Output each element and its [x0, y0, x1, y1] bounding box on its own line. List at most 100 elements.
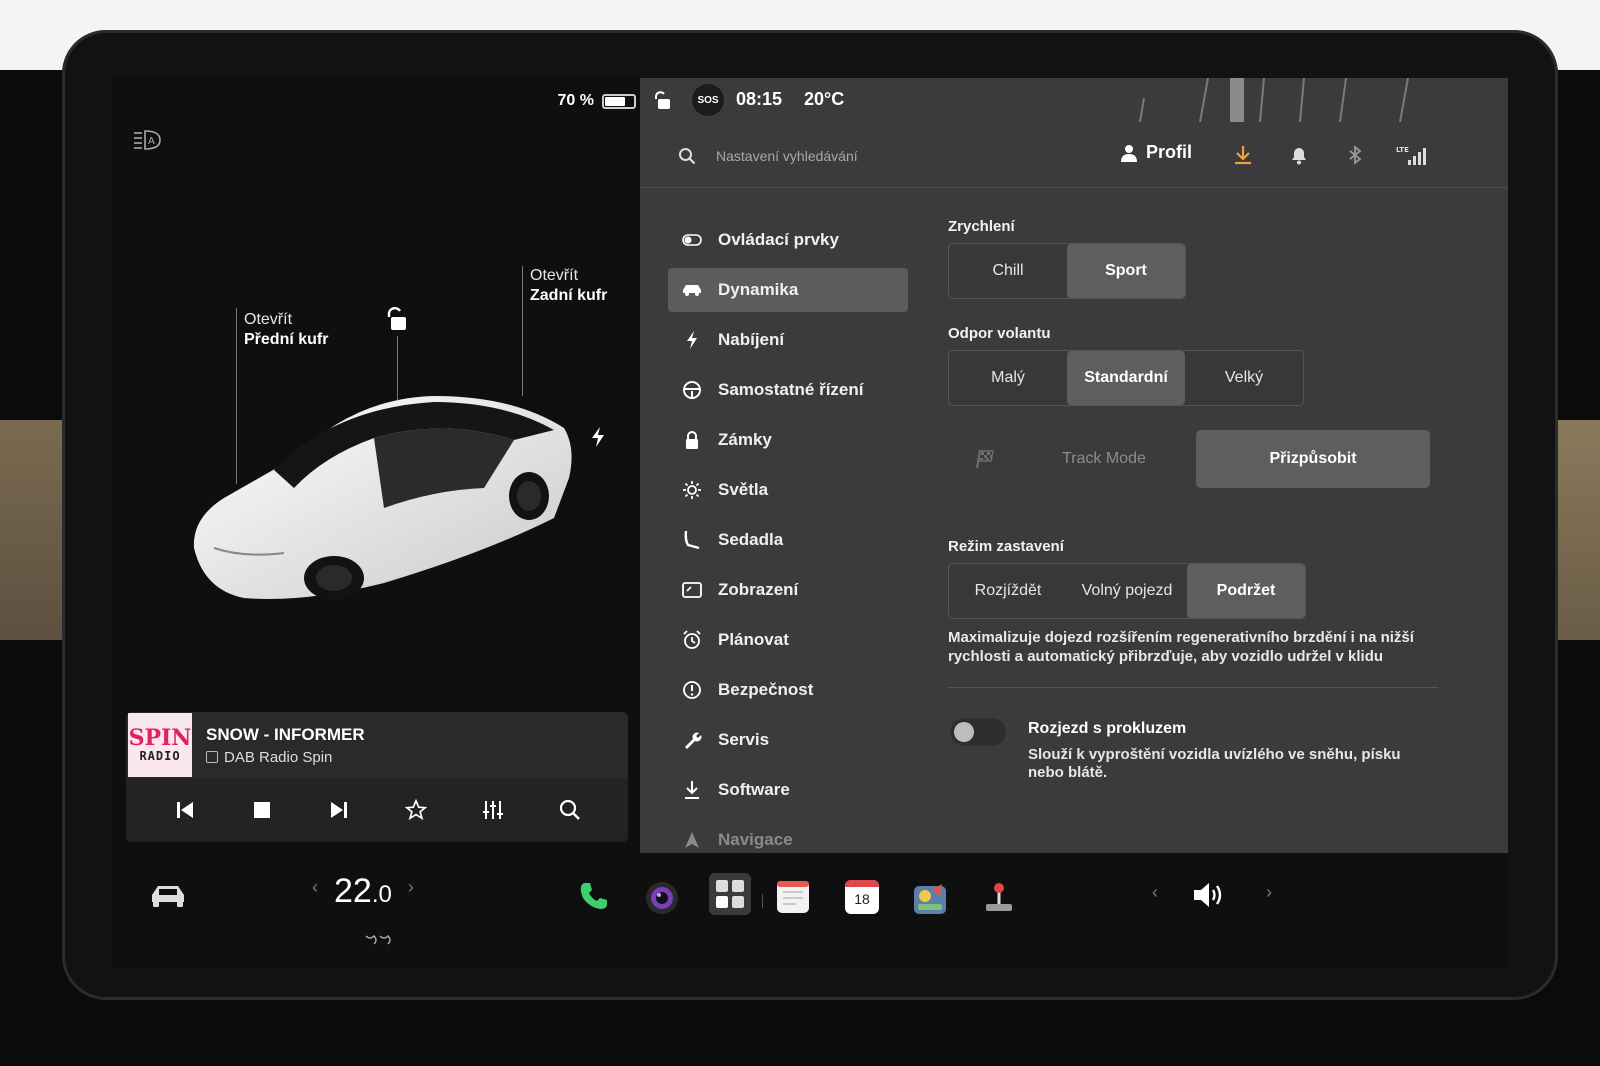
menu-item-label: Zámky — [718, 430, 772, 449]
volume-icon[interactable] — [1192, 880, 1228, 910]
favorite-button[interactable] — [401, 795, 431, 825]
frunk-label: Přední kufr — [244, 331, 329, 348]
menu-item-locks[interactable]: Zámky — [668, 418, 908, 462]
stopping-mode-description: Maximalizuje dojezd rozšířením regenerat… — [948, 629, 1414, 665]
wrench-icon — [685, 732, 702, 749]
volume-up-chevron-icon[interactable]: › — [1266, 882, 1272, 903]
stopping-creep-option[interactable]: Rozjíždět — [949, 564, 1067, 618]
trunk-callout[interactable]: Otevřít Zadní kufr — [530, 266, 607, 306]
sos-button[interactable]: SOS — [692, 84, 724, 116]
menu-item-safety[interactable]: Bezpečnost — [668, 668, 908, 712]
menu-item-display[interactable]: Zobrazení — [668, 568, 908, 612]
car-panel: 70 % A Otevřít Přední kufr Otevřít Zadní… — [112, 78, 652, 870]
now-playing[interactable]: SPIN RADIO SNOW - INFORMER DAB Radio Spi… — [126, 712, 628, 778]
trunk-label: Zadní kufr — [530, 287, 608, 304]
steering-heavy-option[interactable]: Velký — [1185, 351, 1303, 405]
car-controls-icon[interactable] — [150, 882, 186, 910]
battery-indicator: 70 % — [558, 92, 636, 110]
car-image — [193, 396, 572, 600]
unlocked-status-icon[interactable] — [652, 90, 672, 110]
frunk-callout[interactable]: Otevřít Přední kufr — [244, 310, 328, 350]
menu-item-schedule[interactable]: Plánovat — [668, 618, 908, 662]
volume-down-chevron-icon[interactable]: ‹ — [1152, 882, 1158, 903]
slip-start-toggle[interactable] — [950, 717, 1006, 746]
stopping-hold-option[interactable]: Podržet — [1187, 564, 1305, 618]
seat-heater-icon[interactable] — [364, 934, 392, 946]
section-divider — [948, 686, 1438, 688]
bluetooth-icon[interactable] — [1344, 144, 1366, 166]
slip-start-row: Rozjezd s prokluzem Slouží k vyproštění … — [948, 714, 1438, 794]
auto-headlights-icon[interactable]: A — [132, 128, 162, 152]
svg-text:A: A — [148, 136, 155, 147]
dynamics-settings: Zrychlení Chill Sport Odpor volantu Malý… — [948, 218, 1438, 794]
menu-item-charging[interactable]: Nabíjení — [668, 318, 908, 362]
menu-item-label: Ovládací prvky — [718, 230, 839, 249]
album-art-line2: RADIO — [139, 749, 181, 763]
stopping-roll-option[interactable]: Volný pojezd — [1067, 564, 1187, 618]
arcade-joystick-icon[interactable] — [982, 880, 1016, 914]
phone-icon[interactable] — [578, 880, 610, 912]
download-icon — [685, 781, 699, 799]
battery-icon — [602, 93, 636, 109]
stop-button[interactable] — [247, 795, 277, 825]
menu-item-dynamics[interactable]: Dynamika — [668, 268, 908, 312]
charge-port-icon[interactable] — [590, 426, 606, 448]
steering-wheel-icon — [683, 381, 701, 399]
steering-light-option[interactable]: Malý — [949, 351, 1067, 405]
menu-item-label: Světla — [718, 480, 769, 499]
alert-icon — [683, 681, 701, 699]
menu-item-lights[interactable]: Světla — [668, 468, 908, 512]
frunk-action: Otevřít — [244, 311, 293, 328]
dock-separator — [762, 894, 763, 908]
bottom-dock: ‹ 22.0 › 18 ‹ › — [112, 854, 1508, 968]
status-bar: SOS 08:15 20°C — [640, 78, 1508, 122]
unlock-icon[interactable] — [384, 306, 408, 332]
notes-app-icon[interactable] — [776, 880, 810, 914]
acceleration-sport-option[interactable]: Sport — [1067, 244, 1185, 298]
previous-track-button[interactable] — [170, 795, 200, 825]
trunk-callout-line — [522, 266, 523, 396]
acceleration-selector: Chill Sport — [948, 243, 1186, 299]
camera-icon[interactable] — [644, 880, 680, 916]
app-launcher-icon[interactable] — [708, 872, 752, 916]
temp-decrease-chevron-icon[interactable]: ‹ — [312, 877, 318, 898]
slip-start-description: Slouží k vyproštění vozidla uvízlého ve … — [1028, 745, 1401, 782]
stopping-mode-selector: Rozjíždět Volný pojezd Podržet — [948, 563, 1306, 619]
climate-control: ‹ 22.0 › — [312, 874, 414, 908]
battery-fill — [605, 96, 625, 106]
customize-button[interactable]: Přizpůsobit — [1196, 430, 1430, 488]
sun-icon — [683, 481, 701, 499]
track-mode-button[interactable]: Track Mode — [948, 430, 1192, 488]
toybox-app-icon[interactable] — [912, 880, 948, 916]
acceleration-chill-option[interactable]: Chill — [949, 244, 1067, 298]
next-track-button[interactable] — [324, 795, 354, 825]
profile-button[interactable]: Profil — [1120, 142, 1192, 163]
menu-item-label: Bezpečnost — [718, 680, 814, 699]
cabin-temperature[interactable]: 22.0 — [334, 874, 392, 908]
media-controls — [126, 778, 628, 842]
settings-menu: Ovládací prvky Dynamika Nabíjení Samosta… — [668, 218, 908, 868]
lte-label: LTE — [1396, 146, 1409, 154]
temp-increase-chevron-icon[interactable]: › — [408, 877, 414, 898]
lock-icon — [686, 431, 698, 449]
media-search-button[interactable] — [555, 795, 585, 825]
equalizer-button[interactable] — [478, 795, 508, 825]
menu-item-software[interactable]: Software — [668, 768, 908, 812]
menu-item-autopilot[interactable]: Samostatné řízení — [668, 368, 908, 412]
acceleration-label: Zrychlení — [948, 218, 1015, 235]
menu-item-controls[interactable]: Ovládací prvky — [668, 218, 908, 262]
media-player: SPIN RADIO SNOW - INFORMER DAB Radio Spi… — [126, 712, 628, 842]
lte-signal-icon: LTE — [1396, 146, 1426, 165]
settings-search-input[interactable] — [716, 144, 1016, 168]
track-title: SNOW - INFORMER — [206, 724, 365, 744]
steering-standard-option[interactable]: Standardní — [1067, 351, 1185, 405]
bolt-icon — [687, 331, 697, 349]
cabin-temp-decimal: .0 — [371, 881, 392, 908]
steering-mode-selector: Malý Standardní Velký — [948, 350, 1304, 406]
software-update-icon[interactable] — [1232, 144, 1254, 166]
notification-bell-icon[interactable] — [1288, 144, 1310, 166]
calendar-app-icon[interactable]: 18 — [845, 880, 879, 914]
menu-item-service[interactable]: Servis — [668, 718, 908, 762]
previous-icon — [176, 802, 193, 818]
menu-item-seats[interactable]: Sedadla — [668, 518, 908, 562]
